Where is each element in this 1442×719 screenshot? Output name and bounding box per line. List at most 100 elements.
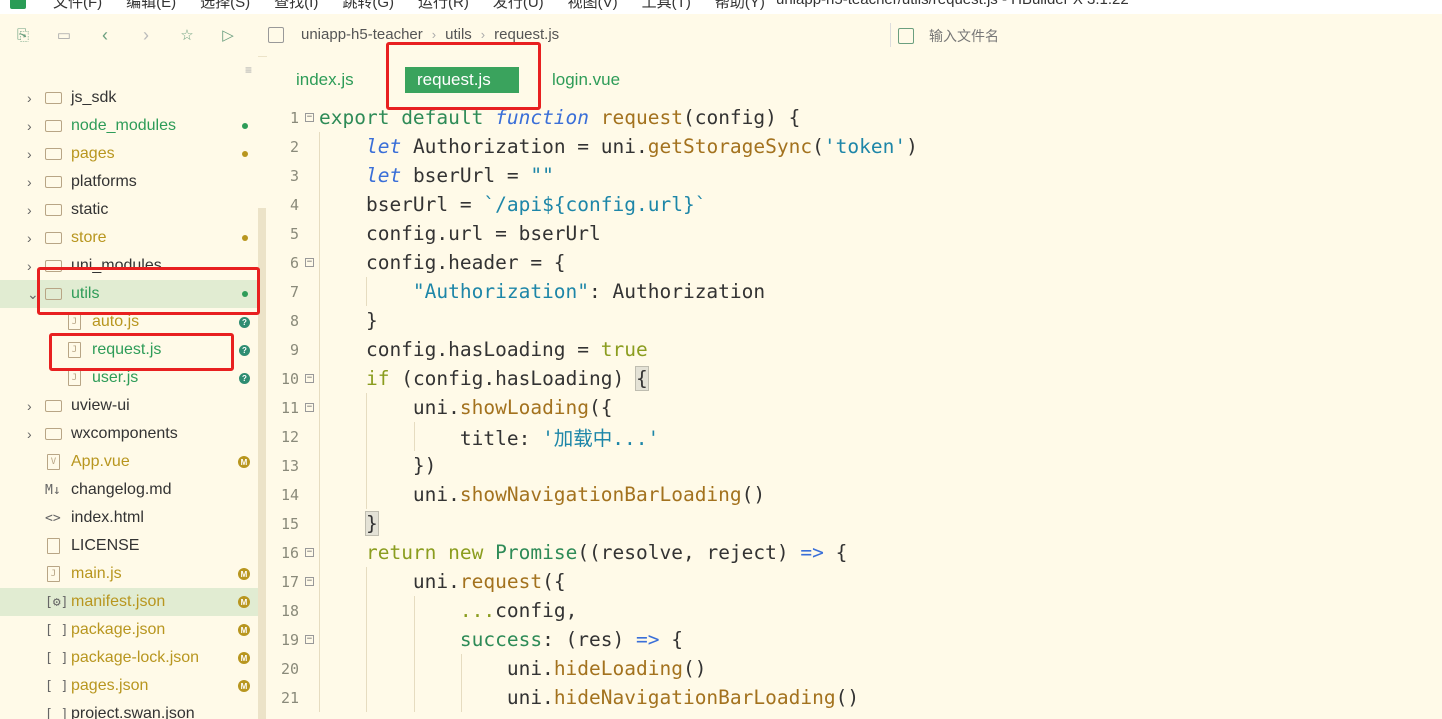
code-line[interactable]: 11− uni.showLoading({ bbox=[267, 393, 1442, 422]
menu-item[interactable]: 运行(R) bbox=[418, 0, 469, 12]
code-token: config.url = bserUrl bbox=[319, 222, 601, 245]
tree-item[interactable]: <> index.html bbox=[0, 504, 258, 532]
line-number: 5 bbox=[289, 224, 299, 243]
status-dot-icon bbox=[242, 151, 248, 157]
chevron-right-icon[interactable]: › bbox=[27, 230, 32, 246]
new-file-icon[interactable]: ⎘ bbox=[14, 26, 32, 44]
tree-item[interactable]: Jrequest.js? bbox=[0, 336, 258, 364]
chevron-right-icon[interactable]: › bbox=[27, 426, 32, 442]
code-editor[interactable]: index.js request.js login.vue 1− export d… bbox=[267, 56, 1442, 719]
code-line[interactable]: 7 "Authorization": Authorization bbox=[267, 277, 1442, 306]
sidebar-scrollbar[interactable] bbox=[258, 208, 266, 719]
fold-toggle-icon[interactable]: − bbox=[305, 374, 314, 383]
tree-item[interactable]: › platforms bbox=[0, 168, 258, 196]
code-line[interactable]: 6− config.header = { bbox=[267, 248, 1442, 277]
menu-item[interactable]: 选择(S) bbox=[200, 0, 250, 12]
tree-item[interactable]: Jauto.js? bbox=[0, 308, 258, 336]
code-line[interactable]: 17− uni.request({ bbox=[267, 567, 1442, 596]
run-icon[interactable]: ▷ bbox=[219, 26, 237, 44]
tree-item[interactable]: › js_sdk bbox=[0, 84, 258, 112]
menu-item[interactable]: 跳转(G) bbox=[342, 0, 394, 12]
menu-item[interactable]: 文件(F) bbox=[53, 0, 102, 12]
code-token: bserUrl = bbox=[412, 164, 531, 187]
fold-toggle-icon[interactable]: − bbox=[305, 403, 314, 412]
code-token: }) bbox=[319, 454, 437, 477]
tree-item[interactable]: › uni_modules bbox=[0, 252, 258, 280]
tree-item[interactable]: V App.vue M bbox=[0, 448, 258, 476]
chevron-right-icon[interactable]: › bbox=[27, 202, 32, 218]
back-icon[interactable]: ‹ bbox=[96, 25, 114, 45]
tab-index-js[interactable]: index.js bbox=[296, 68, 354, 92]
save-icon[interactable]: ▭ bbox=[55, 26, 73, 44]
code-line[interactable]: 20 uni.hideLoading() bbox=[267, 654, 1442, 683]
tree-item-label: project.swan.json bbox=[71, 705, 195, 719]
code-line[interactable]: 16− return new Promise((resolve, reject)… bbox=[267, 538, 1442, 567]
code-line[interactable]: 4 bserUrl = `/api${config.url}` bbox=[267, 190, 1442, 219]
chevron-right-icon[interactable]: › bbox=[27, 118, 32, 134]
tab-login-vue[interactable]: login.vue bbox=[552, 68, 620, 92]
code-line[interactable]: 1− export default function request(config… bbox=[267, 103, 1442, 132]
code-token: } bbox=[319, 309, 378, 332]
file-search-input[interactable]: 输入文件名 bbox=[929, 26, 999, 46]
code-line[interactable]: 12 title: '加载中...' bbox=[267, 422, 1442, 451]
menu-item[interactable]: 查找(I) bbox=[274, 0, 318, 12]
chevron-right-icon[interactable]: › bbox=[27, 398, 32, 414]
tree-item[interactable]: Jmain.js M bbox=[0, 560, 258, 588]
fold-toggle-icon[interactable]: − bbox=[305, 548, 314, 557]
line-number: 20 bbox=[280, 659, 299, 678]
tree-item[interactable]: Juser.js? bbox=[0, 364, 258, 392]
chevron-right-icon[interactable]: › bbox=[27, 174, 32, 190]
fold-toggle-icon[interactable]: − bbox=[305, 635, 314, 644]
code-token: : Authorization bbox=[589, 280, 766, 303]
tree-item[interactable]: ⌄ utils bbox=[0, 280, 258, 308]
tree-item-label: pages bbox=[71, 145, 115, 162]
code-line[interactable]: 14 uni.showNavigationBarLoading() bbox=[267, 480, 1442, 509]
code-line[interactable]: 9 config.hasLoading = true bbox=[267, 335, 1442, 364]
star-icon[interactable]: ☆ bbox=[178, 26, 196, 44]
file-search[interactable]: 输入文件名 bbox=[898, 26, 999, 46]
code-line[interactable]: 8 } bbox=[267, 306, 1442, 335]
tree-item[interactable]: › pages bbox=[0, 140, 258, 168]
breadcrumb-project[interactable]: uniapp-h5-teacher bbox=[301, 26, 423, 43]
chevron-right-icon[interactable]: › bbox=[27, 258, 32, 274]
code-line[interactable]: 3 let bserUrl = "" bbox=[267, 161, 1442, 190]
tree-item[interactable]: › store bbox=[0, 224, 258, 252]
tree-item[interactable]: [⚙] manifest.json M bbox=[0, 588, 258, 616]
menu-item[interactable]: 视图(V) bbox=[568, 0, 618, 12]
chevron-right-icon[interactable]: › bbox=[27, 146, 32, 162]
code-line[interactable]: 10− if (config.hasLoading) { bbox=[267, 364, 1442, 393]
tree-item[interactable]: › node_modules bbox=[0, 112, 258, 140]
fold-toggle-icon[interactable]: − bbox=[305, 577, 314, 586]
tree-item[interactable]: [ ] package-lock.json M bbox=[0, 644, 258, 672]
tree-item[interactable]: LICENSE bbox=[0, 532, 258, 560]
tree-item-label: index.html bbox=[71, 509, 144, 526]
tree-item[interactable]: [ ] pages.json M bbox=[0, 672, 258, 700]
menu-item[interactable]: 发行(U) bbox=[493, 0, 544, 12]
code-line[interactable]: 2 let Authorization = uni.getStorageSync… bbox=[267, 132, 1442, 161]
code-line[interactable]: 19− success: (res) => { bbox=[267, 625, 1442, 654]
tab-request-js[interactable]: request.js bbox=[405, 67, 519, 93]
fold-toggle-icon[interactable]: − bbox=[305, 258, 314, 267]
breadcrumb-folder[interactable]: utils bbox=[445, 26, 472, 43]
code-line[interactable]: 13 }) bbox=[267, 451, 1442, 480]
breadcrumb-file[interactable]: request.js bbox=[494, 26, 559, 43]
chevron-down-icon[interactable]: ⌄ bbox=[27, 286, 39, 303]
tree-item[interactable]: M↓ changelog.md bbox=[0, 476, 258, 504]
code-line[interactable]: 5 config.url = bserUrl bbox=[267, 219, 1442, 248]
code-line[interactable]: 15 } bbox=[267, 509, 1442, 538]
code-line[interactable]: 21 uni.hideNavigationBarLoading() bbox=[267, 683, 1442, 712]
tree-item[interactable]: [ ] package.json M bbox=[0, 616, 258, 644]
tree-item[interactable]: [ ] project.swan.json bbox=[0, 700, 258, 719]
fold-toggle-icon[interactable]: − bbox=[305, 113, 314, 122]
menu-item[interactable]: 编辑(E) bbox=[126, 0, 176, 12]
menu-item[interactable]: 帮助(Y) bbox=[715, 0, 765, 12]
code-token: (config) { bbox=[682, 106, 801, 129]
code-line[interactable]: 18 ...config, bbox=[267, 596, 1442, 625]
forward-icon[interactable]: › bbox=[137, 25, 155, 45]
tree-item[interactable]: › static bbox=[0, 196, 258, 224]
tree-item[interactable]: › uview-ui bbox=[0, 392, 258, 420]
menu-item[interactable]: 工具(T) bbox=[642, 0, 691, 12]
tree-item[interactable]: › wxcomponents bbox=[0, 420, 258, 448]
sidebar-menu-icon[interactable]: ≡ bbox=[245, 63, 252, 77]
chevron-right-icon[interactable]: › bbox=[27, 90, 32, 106]
